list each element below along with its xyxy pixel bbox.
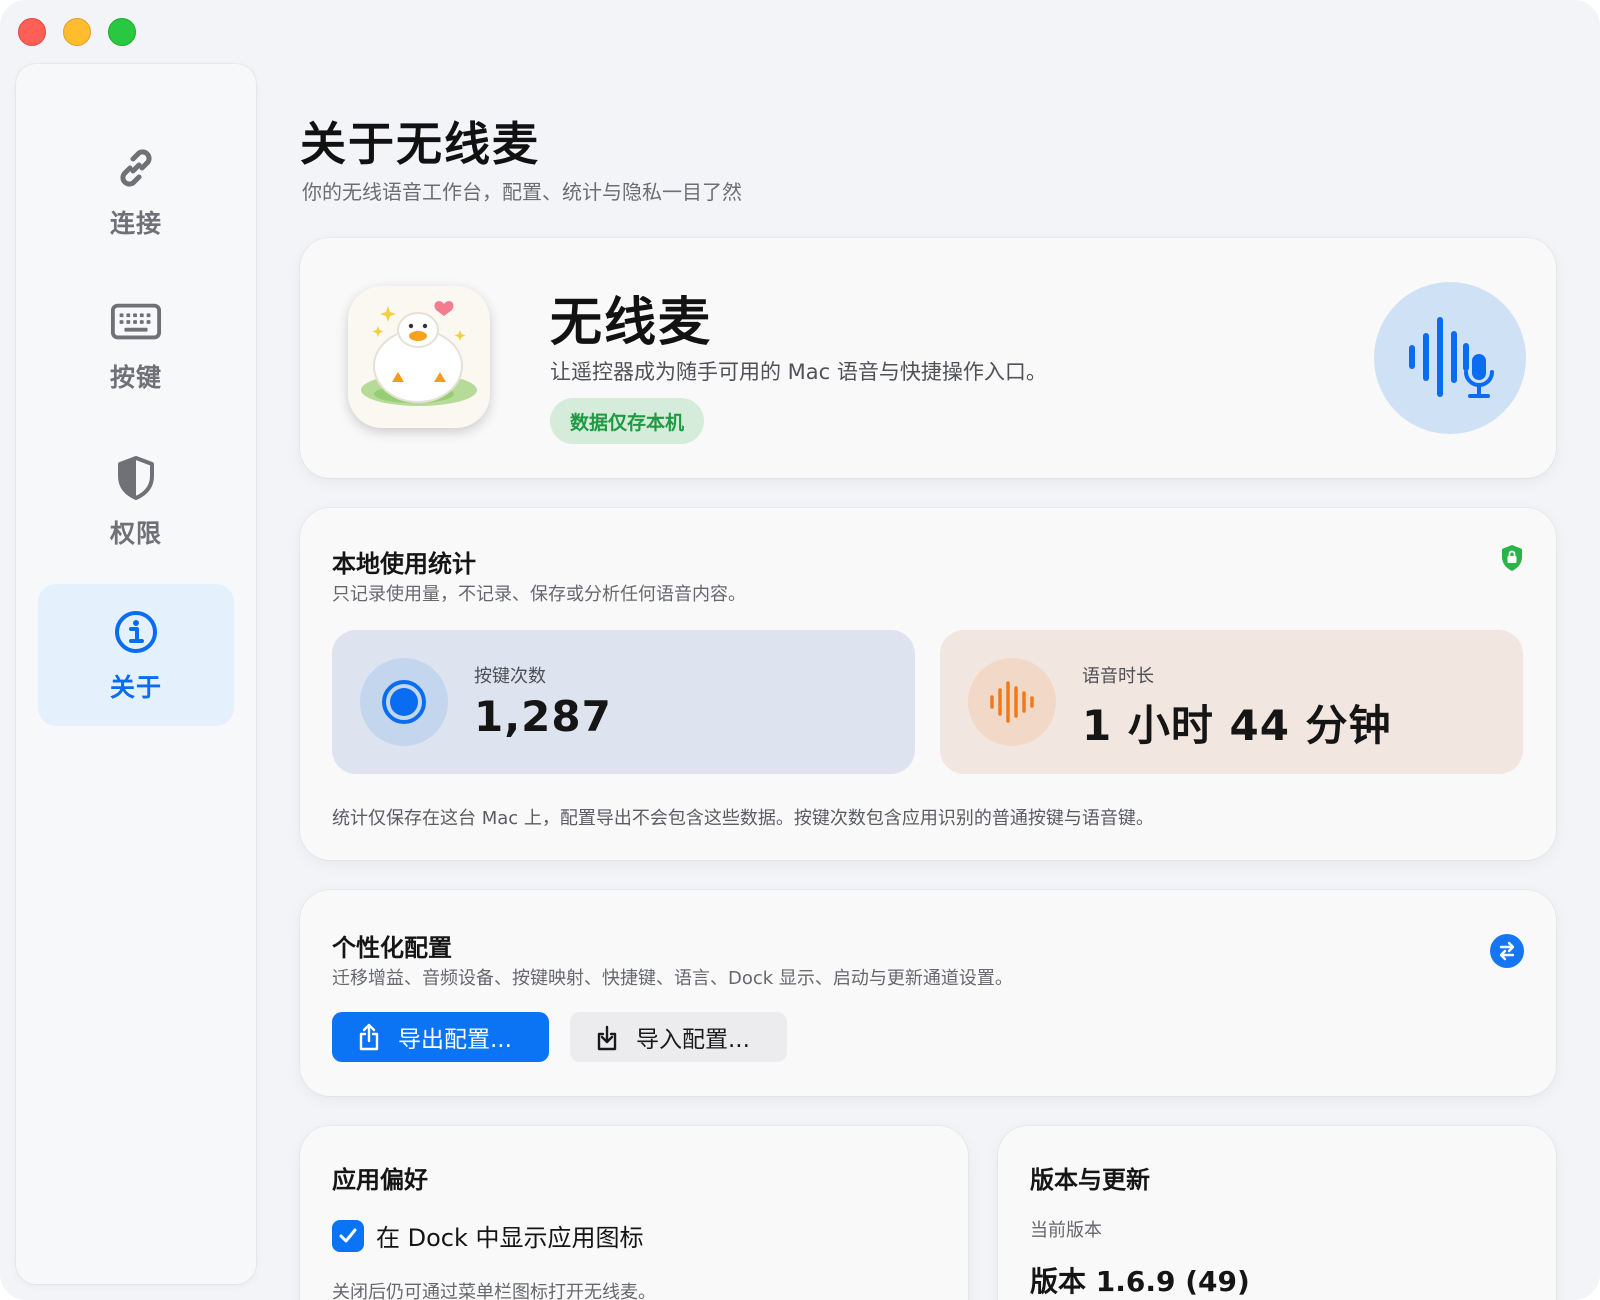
download-icon [594,1023,620,1051]
voice-duration-stat: 语音时长 1 小时 44 分钟 [940,630,1523,774]
sidebar-item-label: 关于 [109,673,162,702]
waveform-icon [968,658,1056,746]
shield-icon [110,452,162,504]
dock-hint: 关闭后仍可通过菜单栏图标打开无线麦。 [332,1282,656,1300]
key-press-value: 1,287 [474,692,612,741]
current-version-value: 版本 1.6.9 (49) [1030,1265,1250,1298]
stats-footnote: 统计仅保存在这台 Mac 上，配置导出不会包含这些数据。按键次数包含应用识别的普… [332,808,1154,829]
zoom-window-button[interactable] [108,18,136,46]
dock-checkbox-label: 在 Dock 中显示应用图标 [376,1224,644,1252]
version-card: 版本与更新 当前版本 版本 1.6.9 (49) [998,1126,1556,1300]
sidebar-item-about[interactable]: 关于 [38,584,234,726]
sidebar-item-connect[interactable]: 连接 [38,120,234,262]
local-data-badge: 数据仅存本机 [550,398,705,444]
import-config-label: 导入配置... [636,1027,750,1053]
key-press-stat: 按键次数 1,287 [332,630,915,774]
prefs-title: 应用偏好 [332,1166,428,1194]
sync-arrows-icon [1490,934,1524,968]
lock-shield-icon [1500,544,1524,572]
export-config-label: 导出配置... [398,1027,512,1053]
config-description: 迁移增益、音频设备、按键映射、快捷键、语言、Dock 显示、启动与更新通道设置。 [332,968,1013,989]
close-window-button[interactable] [18,18,46,46]
current-version-label: 当前版本 [1030,1220,1102,1241]
share-icon [356,1023,382,1051]
import-config-button[interactable]: 导入配置... [570,1012,787,1062]
record-button-icon [360,658,448,746]
sidebar-item-permissions[interactable]: 权限 [38,430,234,572]
voice-duration-label: 语音时长 [1082,666,1154,687]
app-preferences-card: 应用偏好 在 Dock 中显示应用图标 关闭后仍可通过菜单栏图标打开无线麦。 [300,1126,968,1300]
waveform-mic-icon [1374,282,1526,434]
sidebar-item-keys[interactable]: 按键 [38,274,234,416]
key-press-label: 按键次数 [474,666,546,687]
checkbox-checked[interactable] [332,1219,364,1252]
config-title: 个性化配置 [332,934,452,962]
duck-app-icon [348,286,490,428]
window-controls [18,18,136,46]
stats-description: 只记录使用量，不记录、保存或分析任何语音内容。 [332,584,746,605]
app-window: 连接 按键 权限 关于 关于无线麦 你的无线语音工作台，配置、统计与隐私一目了然… [0,0,1600,1300]
sidebar-item-label: 权限 [109,519,162,548]
keyboard-icon [110,296,162,348]
minimize-window-button[interactable] [63,18,91,46]
usage-stats-card: 本地使用统计 只记录使用量，不记录、保存或分析任何语音内容。 按键次数 1,28… [300,508,1556,860]
voice-duration-value: 1 小时 44 分钟 [1082,701,1392,750]
link-icon [110,142,162,194]
stats-title: 本地使用统计 [332,550,476,578]
sidebar-item-label: 按键 [109,363,162,392]
hero-card: 无线麦 让遥控器成为随手可用的 Mac 语音与快捷操作入口。 数据仅存本机 [300,238,1556,478]
sidebar: 连接 按键 权限 关于 [16,64,256,1284]
page-title: 关于无线麦 [300,117,540,171]
export-config-button[interactable]: 导出配置... [332,1012,549,1062]
info-icon [110,606,162,658]
dock-icon-toggle[interactable]: 在 Dock 中显示应用图标 [332,1218,644,1253]
app-name: 无线麦 [550,293,713,353]
version-title: 版本与更新 [1030,1166,1150,1194]
sidebar-item-label: 连接 [109,209,162,238]
page-subtitle: 你的无线语音工作台，配置、统计与隐私一目了然 [302,180,742,204]
personalization-card: 个性化配置 迁移增益、音频设备、按键映射、快捷键、语言、Dock 显示、启动与更… [300,890,1556,1096]
app-tagline: 让遥控器成为随手可用的 Mac 语音与快捷操作入口。 [550,360,1047,384]
